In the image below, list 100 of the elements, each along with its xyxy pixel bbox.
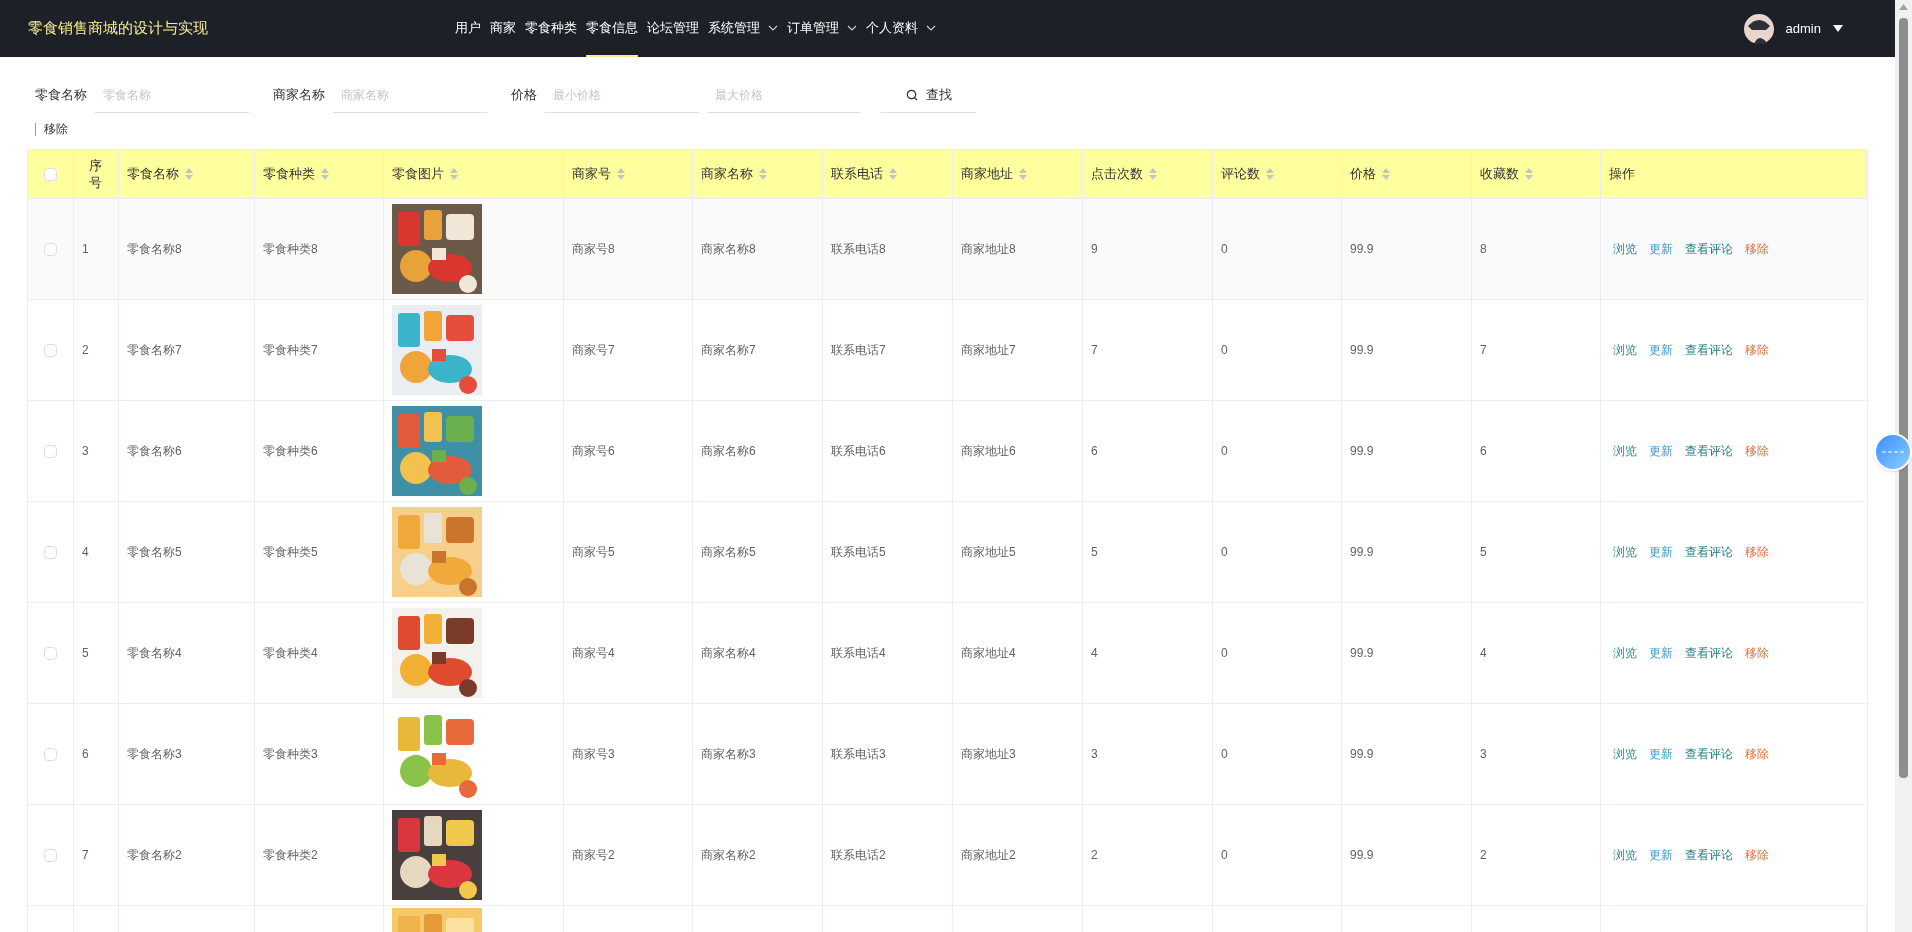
checkbox[interactable]: [44, 646, 57, 660]
input-field[interactable]: 零食名称: [95, 77, 249, 113]
table-cell-text: 零食种类6: [263, 443, 318, 460]
username[interactable]: admin: [1785, 18, 1821, 39]
action-link[interactable]: 查看评论: [1685, 644, 1733, 662]
table-cell-text: 0: [1221, 746, 1228, 763]
sort-icon[interactable]: [889, 168, 897, 180]
nav-item[interactable]: 用户: [455, 0, 481, 57]
action-link[interactable]: 更新: [1649, 442, 1673, 460]
table-cell-text: 2: [82, 342, 89, 359]
table-cell-text: 3: [1091, 746, 1098, 763]
table-cell-text: 商家号2: [572, 847, 615, 864]
checkbox[interactable]: [44, 242, 57, 256]
table-cell-text: 1: [82, 241, 89, 258]
action-link[interactable]: 浏览: [1613, 442, 1637, 460]
action-link[interactable]: 移除: [1745, 240, 1769, 258]
input-field[interactable]: 最大价格: [707, 77, 861, 113]
action-link[interactable]: 更新: [1649, 644, 1673, 662]
table-cell-text: 商家名称2: [701, 847, 756, 864]
action-link[interactable]: 更新: [1649, 341, 1673, 359]
action-link[interactable]: 查看评论: [1685, 745, 1733, 763]
nav-item[interactable]: 个人资料: [866, 0, 936, 57]
sort-icon[interactable]: [185, 168, 193, 180]
action-link[interactable]: 更新: [1649, 543, 1673, 561]
table-cell-text: 联系电话5: [831, 544, 886, 561]
search-button[interactable]: 查找: [881, 77, 976, 113]
sort-icon[interactable]: [1266, 168, 1274, 180]
remove-button[interactable]: 移除: [35, 122, 68, 136]
chevron-icon: [768, 24, 778, 31]
sort-icon[interactable]: [617, 168, 625, 180]
avatar[interactable]: [1743, 13, 1774, 44]
floating-widget-button[interactable]: [1874, 433, 1912, 471]
table-cell-text: 零食名称2: [127, 847, 182, 864]
action-link[interactable]: 浏览: [1613, 240, 1637, 258]
table-cell-text: 2: [1091, 847, 1098, 864]
action-link[interactable]: 移除: [1745, 341, 1769, 359]
action-link[interactable]: 移除: [1745, 644, 1769, 662]
action-link[interactable]: 移除: [1745, 846, 1769, 864]
checkbox[interactable]: [44, 167, 57, 181]
table-cell-text: 商家号7: [572, 342, 615, 359]
action-link[interactable]: 查看评论: [1685, 846, 1733, 864]
sort-icon[interactable]: [759, 168, 767, 180]
table-cell-text: 联系电话7: [831, 342, 886, 359]
nav-item[interactable]: 零食信息: [586, 0, 638, 57]
caret-icon[interactable]: [1833, 25, 1843, 32]
action-link[interactable]: 浏览: [1613, 846, 1637, 864]
field-label: 商家名称: [273, 86, 325, 105]
input-field[interactable]: 商家名称: [333, 77, 487, 113]
table-cell-text: 6: [1091, 443, 1098, 460]
nav-item[interactable]: 系统管理: [708, 0, 778, 57]
table-cell-text: 0: [1221, 241, 1228, 258]
nav-item[interactable]: 零食种类: [525, 0, 577, 57]
table-cell-text: 商家名称3: [701, 746, 756, 763]
table-cell-text: 7: [1091, 342, 1098, 359]
checkbox[interactable]: [44, 848, 57, 862]
scrollbar-thumb[interactable]: [1899, 18, 1908, 778]
nav-item[interactable]: 论坛管理: [647, 0, 699, 57]
app-title: 零食销售商城的设计与实现: [28, 18, 208, 39]
action-link[interactable]: 更新: [1649, 846, 1673, 864]
sort-icon[interactable]: [1525, 168, 1533, 180]
field-label: 零食名称: [35, 86, 87, 105]
action-link[interactable]: 更新: [1649, 240, 1673, 258]
action-link[interactable]: 浏览: [1613, 341, 1637, 359]
table-cell-text: 6: [82, 746, 89, 763]
table-cell-text: 零食种类7: [263, 342, 318, 359]
nav-item[interactable]: 商家: [490, 0, 516, 57]
table-cell-text: 商家号6: [572, 443, 615, 460]
action-link[interactable]: 查看评论: [1685, 341, 1733, 359]
action-link[interactable]: 移除: [1745, 442, 1769, 460]
column-header: 评论数: [1221, 165, 1260, 184]
action-link[interactable]: 移除: [1745, 543, 1769, 561]
action-link[interactable]: 浏览: [1613, 644, 1637, 662]
action-link[interactable]: 浏览: [1613, 543, 1637, 561]
checkbox[interactable]: [44, 343, 57, 357]
sort-icon[interactable]: [1149, 168, 1157, 180]
table-cell-text: 0: [1221, 342, 1228, 359]
action-link[interactable]: 查看评论: [1685, 240, 1733, 258]
scroll-up-icon[interactable]: [1899, 4, 1908, 10]
checkbox[interactable]: [44, 747, 57, 761]
action-link[interactable]: 查看评论: [1685, 442, 1733, 460]
table-cell-text: 商家地址3: [961, 746, 1016, 763]
sort-icon[interactable]: [1382, 168, 1390, 180]
action-link[interactable]: 更新: [1649, 745, 1673, 763]
action-link[interactable]: 移除: [1745, 745, 1769, 763]
nav-item[interactable]: 订单管理: [787, 0, 857, 57]
input-field[interactable]: 最小价格: [545, 77, 699, 113]
sort-icon[interactable]: [1019, 168, 1027, 180]
table-cell-text: 商家名称6: [701, 443, 756, 460]
table-cell-text: 商家地址7: [961, 342, 1016, 359]
checkbox[interactable]: [44, 444, 57, 458]
action-link[interactable]: 浏览: [1613, 745, 1637, 763]
table-cell-text: 商家名称8: [701, 241, 756, 258]
column-header: 收藏数: [1480, 165, 1519, 184]
table-cell-text: 99.9: [1350, 645, 1374, 662]
action-link[interactable]: 查看评论: [1685, 543, 1733, 561]
sort-icon[interactable]: [321, 168, 329, 180]
sort-icon[interactable]: [450, 168, 458, 180]
checkbox[interactable]: [44, 545, 57, 559]
table-cell-text: 7: [1480, 342, 1487, 359]
table-cell-text: 零食种类2: [263, 847, 318, 864]
